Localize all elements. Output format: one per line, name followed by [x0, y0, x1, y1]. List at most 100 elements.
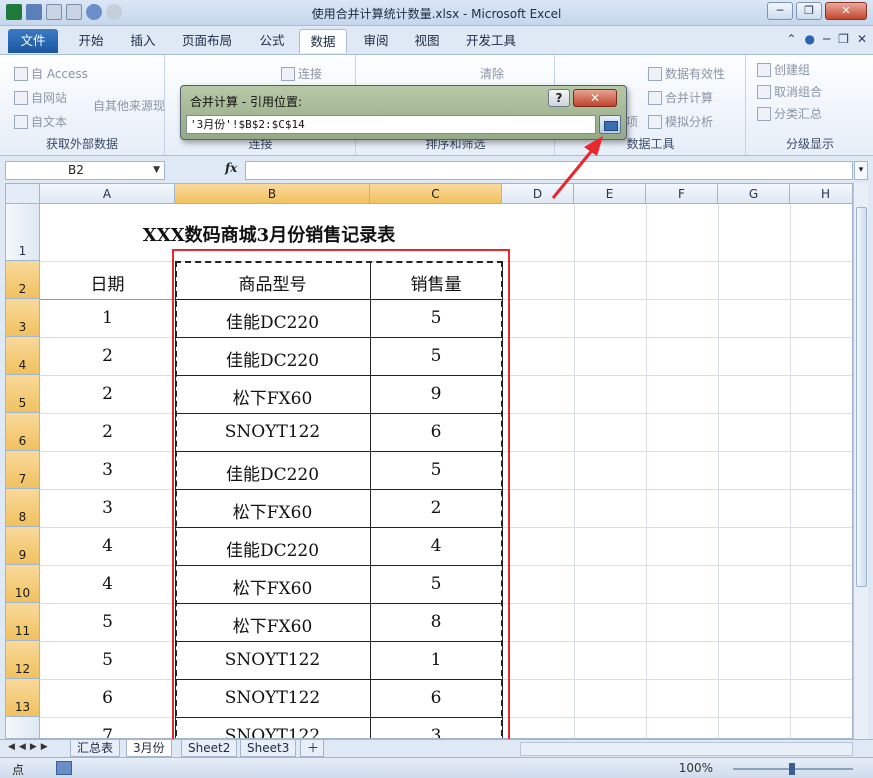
vertical-scrollbar[interactable]: [853, 183, 868, 739]
consolidate-button[interactable]: 合并计算: [648, 89, 713, 106]
tab-home[interactable]: 开始: [68, 29, 114, 53]
row-header-8[interactable]: 8: [6, 489, 40, 527]
tab-review[interactable]: 审阅: [354, 29, 398, 53]
tab-insert[interactable]: 插入: [120, 29, 166, 53]
cell-date[interactable]: 4: [40, 574, 175, 594]
column-header-g[interactable]: G: [718, 184, 790, 204]
row-header-2[interactable]: 2: [6, 261, 40, 299]
column-header-h[interactable]: H: [790, 184, 852, 204]
reference-input[interactable]: '3月份'!$B$2:$C$14: [186, 115, 596, 134]
sheet-tab-summary[interactable]: 汇总表: [70, 740, 121, 757]
vertical-scroll-thumb[interactable]: [856, 207, 867, 587]
title-bar: 使用合并计算统计数量.xlsx - Microsoft Excel ─ ❐ ✕: [0, 0, 873, 26]
sheet-tab-sheet3[interactable]: Sheet3: [240, 740, 297, 757]
formula-input[interactable]: [245, 161, 853, 180]
subtotal-icon: [757, 106, 771, 121]
what-if-icon: [648, 114, 662, 129]
cell-date[interactable]: 2: [40, 422, 175, 442]
cell-date[interactable]: 5: [40, 650, 175, 670]
restore-button[interactable]: ❐: [796, 2, 822, 20]
tab-view[interactable]: 视图: [405, 29, 449, 53]
zoom-level[interactable]: 100%: [679, 761, 713, 775]
from-access-button[interactable]: 自 Access: [14, 65, 88, 82]
tab-data[interactable]: 数据: [299, 29, 347, 53]
ribbon-right-icons: ⌃ ● ─ ❐ ✕: [786, 32, 867, 46]
row-header-10[interactable]: 10: [6, 565, 40, 603]
status-bar: 点 100%: [0, 757, 873, 778]
consolidate-icon: [648, 90, 662, 105]
horizontal-scrollbar[interactable]: [520, 742, 853, 756]
connections-icon: [281, 66, 295, 81]
insert-function-button[interactable]: fx: [225, 161, 237, 175]
row-header-14[interactable]: [6, 717, 40, 738]
insert-sheet-icon[interactable]: ＋: [300, 740, 324, 757]
tab-file[interactable]: 文件: [8, 29, 58, 53]
dialog-help-button[interactable]: ?: [548, 89, 570, 107]
connections-button[interactable]: 连接: [281, 65, 322, 82]
header-date[interactable]: 日期: [40, 270, 175, 295]
cell-date[interactable]: 5: [40, 612, 175, 632]
from-text-button[interactable]: 自文本: [14, 113, 67, 130]
gridline: [790, 204, 791, 738]
cell-date[interactable]: 3: [40, 498, 175, 518]
close-button[interactable]: ✕: [825, 2, 867, 20]
group-icon: [757, 62, 771, 77]
row-header-13[interactable]: 13: [6, 679, 40, 717]
minimize-button[interactable]: ─: [767, 2, 793, 20]
cell-date[interactable]: 4: [40, 536, 175, 556]
from-web-button[interactable]: 自网站: [14, 89, 67, 106]
row-header-7[interactable]: 7: [6, 451, 40, 489]
row-header-11[interactable]: 11: [6, 603, 40, 641]
tab-formulas[interactable]: 公式: [250, 29, 294, 53]
cell-date[interactable]: 7: [40, 726, 175, 738]
from-other-sources-button[interactable]: 自其他来源: [93, 97, 153, 114]
sheet-tab-march[interactable]: 3月份: [126, 740, 172, 757]
help-icon[interactable]: ●: [804, 32, 814, 46]
cell-date[interactable]: 2: [40, 384, 175, 404]
remove-duplicates-button[interactable]: 项: [626, 113, 638, 130]
existing-connections-button[interactable]: 现: [153, 97, 165, 114]
cell-date[interactable]: 6: [40, 688, 175, 708]
tab-page-layout[interactable]: 页面布局: [174, 29, 240, 53]
subtotal-button[interactable]: 分类汇总: [757, 105, 822, 122]
row-header-1[interactable]: 1: [6, 204, 40, 261]
row-header-12[interactable]: 12: [6, 641, 40, 679]
sheet-nav-arrows[interactable]: ◀◀▶▶: [8, 742, 52, 752]
expand-formula-bar-button[interactable]: ▾: [854, 161, 868, 180]
ungroup-button[interactable]: 取消组合: [757, 83, 822, 100]
minimize-ribbon-icon[interactable]: ⌃: [786, 32, 796, 46]
data-validation-button[interactable]: 数据有效性: [648, 65, 725, 82]
what-if-analysis-button[interactable]: 模拟分析: [648, 113, 713, 130]
doc-close-icon[interactable]: ✕: [857, 32, 867, 46]
select-all-corner[interactable]: [6, 184, 40, 204]
column-header-b[interactable]: B: [175, 184, 370, 204]
column-header-d[interactable]: D: [502, 184, 574, 204]
chevron-down-icon[interactable]: ▼: [153, 162, 160, 179]
dialog-close-button[interactable]: ✕: [573, 89, 617, 107]
column-header-a[interactable]: A: [40, 184, 175, 204]
row-header-3[interactable]: 3: [6, 299, 40, 337]
row-header-9[interactable]: 9: [6, 527, 40, 565]
cell-date[interactable]: 1: [40, 308, 175, 328]
sheet-tab-sheet2[interactable]: Sheet2: [181, 740, 238, 757]
row-header-4[interactable]: 4: [6, 337, 40, 375]
row-header-6[interactable]: 6: [6, 413, 40, 451]
column-header-c[interactable]: C: [370, 184, 502, 204]
cell-date[interactable]: 2: [40, 346, 175, 366]
macro-record-icon[interactable]: [56, 761, 72, 775]
column-header-f[interactable]: F: [646, 184, 718, 204]
expand-dialog-button[interactable]: [599, 115, 621, 134]
name-box[interactable]: B2 ▼: [5, 161, 165, 180]
dialog-title: 合并计算 - 引用位置:: [190, 95, 303, 109]
doc-restore-icon[interactable]: ❐: [838, 32, 849, 46]
cell-date[interactable]: 3: [40, 460, 175, 480]
zoom-slider[interactable]: [733, 763, 853, 775]
tab-developer[interactable]: 开发工具: [458, 29, 524, 53]
ungroup-icon: [757, 84, 771, 99]
row-header-5[interactable]: 5: [6, 375, 40, 413]
column-header-e[interactable]: E: [574, 184, 646, 204]
doc-minimize-icon[interactable]: ─: [823, 32, 830, 46]
gridline: [646, 204, 647, 738]
clear-filter-button[interactable]: 清除: [480, 65, 504, 82]
group-button[interactable]: 创建组: [757, 61, 810, 78]
